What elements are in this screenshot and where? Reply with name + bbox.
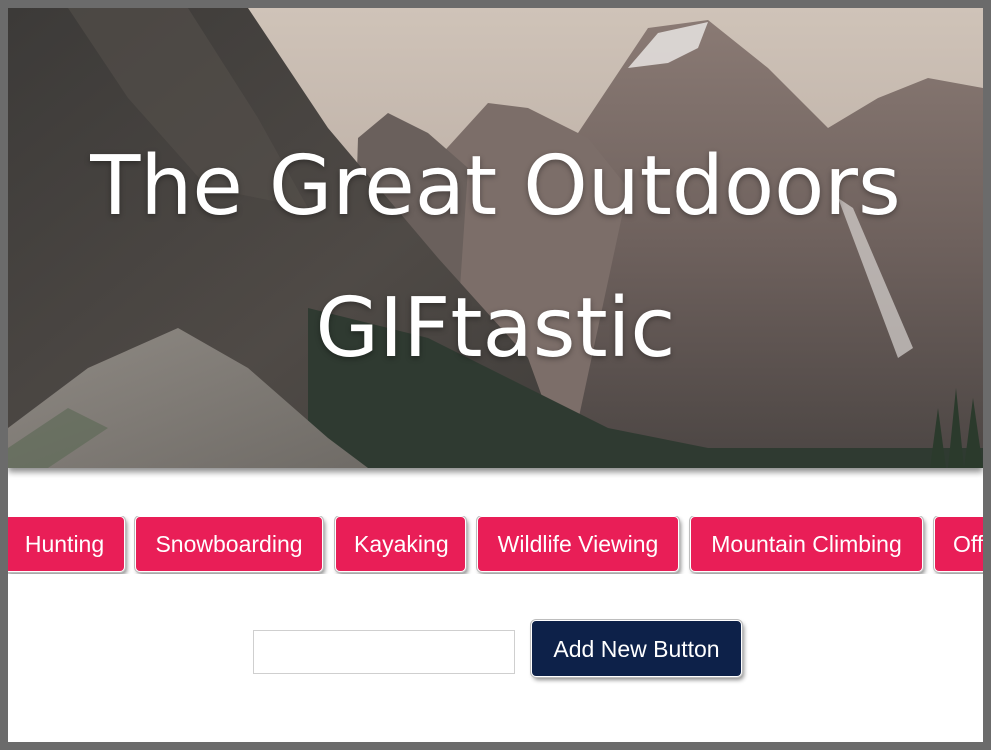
page-title-line-1: The Great Outdoors: [90, 139, 901, 234]
page-title-line-2: GIFtastic: [315, 281, 676, 376]
topic-button-wildlife-viewing[interactable]: Wildlife Viewing: [477, 516, 679, 572]
page-title: The Great Outdoors GIFtastic: [8, 116, 983, 400]
topic-button-snowboarding[interactable]: Snowboarding: [135, 516, 323, 572]
topic-button-mountain-climbing[interactable]: Mountain Climbing: [690, 516, 923, 572]
add-new-button[interactable]: Add New Button: [531, 620, 742, 677]
page-frame: The Great Outdoors GIFtastic Hunting Sno…: [8, 8, 983, 742]
topic-button-off[interactable]: Off: [934, 516, 983, 572]
topic-button-hunting[interactable]: Hunting: [8, 516, 125, 572]
new-topic-input[interactable]: [253, 630, 515, 674]
topic-button-kayaking[interactable]: Kayaking: [335, 516, 466, 572]
hero-banner: The Great Outdoors GIFtastic: [8, 8, 983, 468]
topic-button-row: Hunting Snowboarding Kayaking Wildlife V…: [8, 516, 983, 574]
